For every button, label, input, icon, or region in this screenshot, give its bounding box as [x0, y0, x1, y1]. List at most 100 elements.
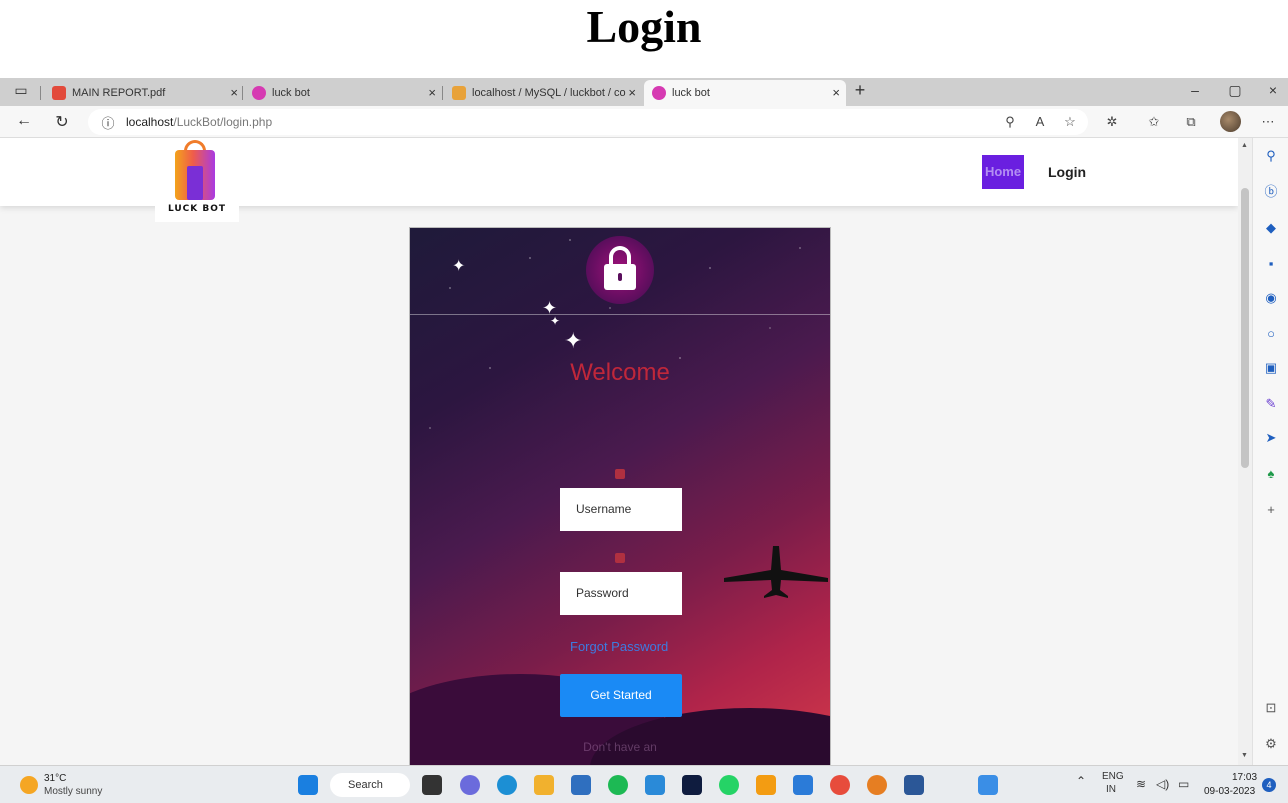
site-logo[interactable]: LUCK BOT [155, 140, 239, 222]
spotify-icon[interactable] [608, 775, 628, 795]
username-input[interactable]: Username [560, 488, 682, 531]
welcome-heading: Welcome [570, 359, 670, 386]
office-icon[interactable]: ○ [1263, 326, 1279, 342]
screenshot: ▭ MAIN REPORT.pdf × luck bot × localhost… [0, 78, 1288, 803]
logo-text: LUCK BOT [167, 204, 227, 214]
clock-time[interactable]: 17:03 [1232, 772, 1257, 783]
app-icon[interactable] [645, 775, 665, 795]
weather-temperature: 31°C [44, 773, 67, 784]
key-icon[interactable]: ⚲ [1000, 114, 1020, 130]
nav-login-link[interactable]: Login [1048, 164, 1086, 180]
photoshop-icon[interactable] [682, 775, 702, 795]
close-tab-icon[interactable]: × [832, 80, 840, 106]
pdf-icon [52, 86, 66, 100]
task-view-icon[interactable] [422, 775, 442, 795]
close-tab-icon[interactable]: × [628, 80, 636, 106]
extensions-icon[interactable]: ✲ [1102, 114, 1122, 130]
store-icon[interactable] [571, 775, 591, 795]
site-info-icon[interactable]: ⓘ [98, 113, 118, 132]
back-icon[interactable]: ← [14, 112, 34, 130]
edge-sidebar: ⚲ ⓑ ◆ ▪ ◉ ○ ▣ ✎ ➤ ♠ + ⊡ ⚙ [1252, 138, 1288, 765]
tree-icon[interactable]: ♠ [1263, 466, 1279, 482]
site-header: LUCK BOT Home Login [0, 138, 1238, 222]
designer-icon[interactable]: ✎ [1263, 396, 1279, 412]
vscode-icon[interactable] [793, 775, 813, 795]
show-hidden-icons-icon[interactable]: ⌃ [1076, 774, 1086, 788]
scroll-down-icon[interactable]: ▼ [1241, 752, 1248, 759]
outlook-icon[interactable]: ▣ [1263, 360, 1279, 376]
taskbar: 31°C Mostly sunny Search ⌃ ENG IN ≋ ◁) ▭… [0, 765, 1288, 803]
sublime-icon[interactable] [756, 775, 776, 795]
tab-label: luck bot [272, 87, 310, 99]
wifi-icon[interactable]: ≋ [1136, 777, 1146, 791]
tab-label: MAIN REPORT.pdf [72, 87, 166, 99]
new-tab-button[interactable]: + [845, 80, 875, 101]
scroll-thumb[interactable] [1241, 188, 1249, 468]
volume-icon[interactable]: ◁) [1156, 777, 1169, 791]
taskbar-search[interactable]: Search [330, 773, 410, 797]
nav-home-link[interactable]: Home [982, 155, 1024, 189]
word-icon[interactable] [904, 775, 924, 795]
web-viewport: LUCK BOT Home Login ✦ ✦ ✦ ✦ Welcome User… [0, 138, 1238, 765]
favorites-icon[interactable]: ✩ [1144, 114, 1164, 130]
bag-inner-shape [187, 166, 203, 200]
file-explorer-icon[interactable] [534, 775, 554, 795]
page-scrollbar[interactable]: ▲ ▼ [1238, 138, 1252, 765]
tab-separator [40, 86, 41, 100]
refresh-icon[interactable]: ↻ [52, 112, 72, 132]
maximize-button[interactable]: ▢ [1220, 82, 1250, 99]
tab-luck-bot[interactable]: luck bot × [244, 80, 442, 106]
language-primary[interactable]: ENG [1102, 771, 1124, 782]
taskbar-search-label: Search [348, 779, 383, 791]
teams-chat-icon[interactable] [460, 775, 480, 795]
more-menu-icon[interactable]: ⋯ [1258, 114, 1278, 130]
send-icon[interactable]: ➤ [1263, 430, 1279, 446]
hide-sidebar-icon[interactable]: ⊡ [1263, 700, 1279, 716]
chrome-icon[interactable] [830, 775, 850, 795]
keyhole-shape [618, 273, 622, 281]
user-icon [615, 469, 625, 479]
forgot-password-link[interactable]: Forgot Password [570, 639, 668, 654]
close-window-button[interactable]: × [1258, 82, 1288, 98]
sparkle-icon: ✦ [564, 328, 583, 353]
people-icon[interactable]: ◉ [1263, 290, 1279, 306]
lock-icon [586, 236, 654, 304]
favorite-add-icon[interactable]: ☆ [1060, 114, 1080, 130]
chrome-profile-icon[interactable] [867, 775, 887, 795]
clock-date[interactable]: 09-03-2023 [1204, 786, 1255, 797]
sparkle-icon: ✦ [452, 258, 466, 275]
whatsapp-icon[interactable] [719, 775, 739, 795]
signup-prompt-text: Don't have an [583, 740, 657, 754]
search-icon[interactable]: ⚲ [1263, 148, 1279, 164]
close-tab-icon[interactable]: × [428, 80, 436, 106]
url-host: localhost [126, 115, 174, 129]
weather-description: Mostly sunny [44, 786, 103, 797]
shopping-tag-icon[interactable]: ◆ [1263, 220, 1279, 236]
tab-actions-icon[interactable]: ▭ [6, 82, 36, 99]
password-input[interactable]: Password [560, 572, 682, 615]
tab-phpmyadmin[interactable]: localhost / MySQL / luckbot / co × [444, 80, 642, 106]
minimize-button[interactable]: – [1180, 82, 1210, 98]
tab-bar: ▭ MAIN REPORT.pdf × luck bot × localhost… [0, 78, 1288, 106]
app-icon[interactable] [978, 775, 998, 795]
address-bar: ← ↻ ⓘ localhost/LuckBot/login.php ⚲ A ☆ … [0, 106, 1288, 138]
windows-start-icon[interactable] [298, 775, 318, 795]
edge-icon[interactable] [497, 775, 517, 795]
settings-gear-icon[interactable]: ⚙ [1263, 736, 1279, 752]
tab-main-report[interactable]: MAIN REPORT.pdf × [44, 80, 244, 106]
weather-sun-icon[interactable] [20, 776, 38, 794]
add-icon[interactable]: + [1263, 502, 1279, 518]
collections-icon[interactable]: ⧉ [1181, 114, 1201, 130]
battery-icon[interactable]: ▭ [1178, 777, 1189, 791]
url-field[interactable]: ⓘ localhost/LuckBot/login.php [88, 109, 1088, 135]
bing-chat-icon[interactable]: ⓑ [1263, 184, 1279, 200]
tools-icon[interactable]: ▪ [1263, 256, 1279, 272]
read-aloud-icon[interactable]: A [1030, 114, 1050, 129]
tab-separator [242, 86, 243, 100]
notification-badge[interactable]: 4 [1262, 778, 1276, 792]
close-tab-icon[interactable]: × [230, 80, 238, 106]
tab-luck-bot-active[interactable]: luck bot × [644, 80, 846, 106]
scroll-up-icon[interactable]: ▲ [1241, 142, 1248, 149]
profile-avatar[interactable] [1220, 111, 1241, 132]
get-started-button[interactable]: Get Started [560, 674, 682, 717]
